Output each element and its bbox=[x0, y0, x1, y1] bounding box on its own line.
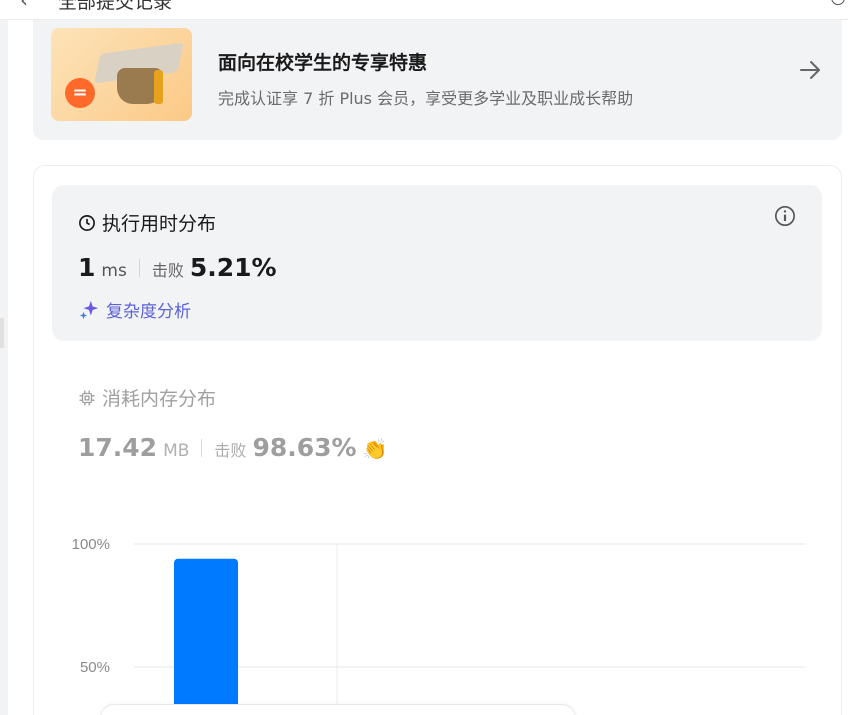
sparkle-icon bbox=[79, 300, 99, 319]
runtime-stats: 1 ms 击败 5.21% bbox=[78, 253, 277, 282]
runtime-beat-label: 击败 bbox=[151, 261, 184, 280]
memory-distribution-section[interactable]: 消耗内存分布 17.42 MB 击败 98.63% 👏 bbox=[78, 384, 387, 462]
top-bar: ‹ 全部提交记录 ○ bbox=[0, 0, 848, 20]
memory-value: 17.42 bbox=[78, 433, 158, 462]
divider bbox=[201, 438, 203, 457]
y-tick-label: 50% bbox=[80, 659, 110, 676]
distribution-chart: 100% 50% bbox=[60, 530, 820, 715]
runtime-value: 1 bbox=[78, 253, 96, 282]
info-icon[interactable] bbox=[774, 205, 796, 227]
memory-heading: 消耗内存分布 bbox=[78, 384, 387, 411]
chip-icon bbox=[79, 390, 95, 405]
chart-svg: 100% 50% bbox=[72, 536, 805, 715]
y-tick-label: 100% bbox=[72, 536, 110, 553]
runtime-beat-percent: 5.21% bbox=[189, 253, 277, 282]
left-panel-edge bbox=[0, 20, 8, 715]
runtime-unit: ms bbox=[101, 261, 127, 281]
memory-stats: 17.42 MB 击败 98.63% 👏 bbox=[78, 433, 387, 462]
divider bbox=[138, 258, 140, 277]
complexity-analysis-label: 复杂度分析 bbox=[106, 302, 191, 322]
clock-icon bbox=[79, 214, 95, 231]
page-title: 全部提交记录 bbox=[58, 0, 173, 13]
promo-title: 面向在校学生的专享特惠 bbox=[218, 52, 428, 74]
chat-bubble-icon: = bbox=[65, 78, 95, 108]
promo-subtitle: 完成认证享 7 折 Plus 会员，享受更多学业及职业成长帮助 bbox=[218, 89, 634, 108]
resize-handle[interactable] bbox=[0, 318, 4, 348]
chart-bar[interactable] bbox=[174, 558, 238, 715]
memory-beat-label: 击败 bbox=[214, 441, 247, 460]
complexity-analysis-link[interactable]: 复杂度分析 bbox=[78, 297, 191, 322]
floating-toolbar[interactable] bbox=[100, 704, 576, 715]
memory-unit: MB bbox=[163, 441, 190, 461]
runtime-heading-label: 执行用时分布 bbox=[102, 213, 217, 235]
chevron-left-icon[interactable]: ‹ bbox=[20, 0, 28, 12]
search-icon[interactable]: ○ bbox=[830, 0, 846, 8]
graduation-cap-illustration: = bbox=[51, 28, 192, 121]
clapping-hands-icon: 👏 bbox=[362, 437, 388, 461]
arrow-right-icon[interactable] bbox=[798, 58, 822, 82]
memory-heading-label: 消耗内存分布 bbox=[102, 388, 217, 410]
runtime-distribution-panel: 执行用时分布 1 ms 击败 5.21% 复杂度分析 bbox=[52, 185, 822, 341]
runtime-heading: 执行用时分布 bbox=[78, 209, 216, 236]
memory-beat-percent: 98.63% bbox=[252, 433, 357, 462]
student-promo-banner[interactable]: = 面向在校学生的专享特惠 完成认证享 7 折 Plus 会员，享受更多学业及职… bbox=[33, 20, 842, 140]
